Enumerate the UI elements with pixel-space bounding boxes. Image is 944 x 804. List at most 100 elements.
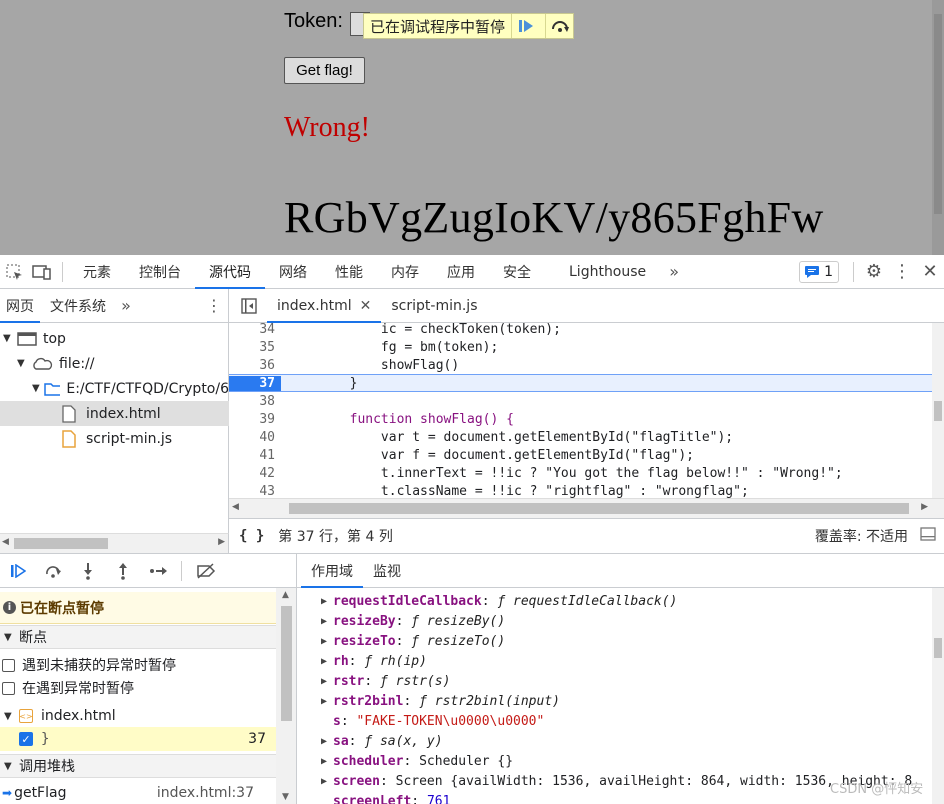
scope-property[interactable]: ▶ resizeBy: ƒ resizeBy() [297,611,932,631]
scroll-left-arrow-icon[interactable]: ◀ [2,537,9,547]
get-flag-button[interactable]: Get flag! [284,57,365,84]
paused-status: i 已在断点暂停 [0,592,276,624]
watermark: CSDN @怦知安 [830,782,924,797]
breakpoints-section-header[interactable]: ▼ 断点 [0,625,276,649]
step-button[interactable] [140,553,175,588]
tab-memory[interactable]: 内存 [377,255,433,289]
expand-triangle-icon: ▶ [320,595,327,607]
expand-triangle-icon: ▶ [320,675,327,687]
scroll-right-arrow-icon[interactable]: ▶ [218,537,225,547]
paused-status-text: 已在断点暂停 [20,600,104,617]
code-line: 38 [259,393,275,409]
more-nav-tabs-chevron-icon[interactable]: » [116,292,136,320]
expand-triangle-icon: ▶ [320,615,327,627]
scope-scrollbar[interactable] [932,588,944,804]
breakpoint-file-group[interactable]: ▼ <> index.html [0,705,276,727]
callstack-section-header[interactable]: ▼ 调用堆栈 [0,754,276,778]
scope-property[interactable]: ▶ sa: ƒ sa(x, y) [297,731,932,751]
settings-gear-icon[interactable]: ⚙ [860,258,888,286]
page-scroll-thumb[interactable] [934,14,942,214]
nav-scroll-thumb[interactable] [14,538,108,549]
scope-property[interactable]: ▶ requestIdleCallback: ƒ requestIdleCallb… [297,591,932,611]
tab-watch[interactable]: 监视 [363,554,411,588]
scope-property[interactable]: ▶ rstr: ƒ rstr(s) [297,671,932,691]
code-hscrollbar[interactable]: ◀ ▶ [229,498,944,518]
tab-network[interactable]: 网络 [265,255,321,289]
inspect-element-icon[interactable] [0,258,28,286]
tab-application[interactable]: 应用 [433,255,489,289]
tab-performance[interactable]: 性能 [321,255,377,289]
code-hscroll-thumb[interactable] [289,503,909,514]
breakpoint-checkbox[interactable]: ✓ [19,732,33,746]
scroll-down-arrow-icon[interactable]: ▼ [282,792,289,802]
deactivate-breakpoints-button[interactable] [188,553,223,588]
scope-scroll-thumb[interactable] [934,638,942,658]
issues-badge[interactable]: 1 [799,260,839,283]
step-over-button[interactable] [545,14,573,38]
pause-caught-option[interactable]: 在遇到异常时暂停 [0,677,276,699]
breakpoint-item[interactable]: ✓ } 37 [0,727,276,751]
editor-tab-index-html[interactable]: index.html ✕ [267,289,382,323]
toolbar-divider [62,261,63,282]
code-line: 39 function showFlag() { [259,411,514,427]
more-options-icon[interactable]: ⋮ [888,258,916,286]
tab-scope[interactable]: 作用域 [301,554,363,588]
scope-property[interactable]: ▶ scheduler: Scheduler {} [297,751,932,771]
debugger-scroll-thumb[interactable] [281,606,292,721]
step-over-icon [45,565,61,578]
tab-lighthouse[interactable]: Lighthouse [545,255,660,289]
tab-console[interactable]: 控制台 [125,255,195,289]
tab-security[interactable]: 安全 [489,255,545,289]
step-over-button[interactable] [35,553,70,588]
page-viewport: Token: 已在调试程序中暂停 Get flag! Wrong! RGbVgZ… [0,0,944,255]
step-into-button[interactable] [70,553,105,588]
code-line: 43 t.className = !!ic ? "rightflag" : "w… [259,483,749,499]
breakpoint-marker[interactable]: 37 [229,375,281,391]
close-tab-icon[interactable]: ✕ [360,298,372,314]
checkbox[interactable] [2,658,15,672]
code-vscrollbar[interactable] [932,323,944,498]
toggle-navigator-icon[interactable] [235,292,263,320]
code-vscroll-thumb[interactable] [934,401,942,421]
navigator-file-tree: ▼ top ▼ file:// ▼ E:/CTF/CTFQD/Crypto/6 … [0,323,229,533]
checkbox[interactable] [2,681,15,695]
nav-tab-page[interactable]: 网页 [0,289,40,323]
tree-item-origin[interactable]: ▼ file:// [0,351,229,376]
tree-item-folder[interactable]: ▼ E:/CTF/CTFQD/Crypto/6 [0,376,229,401]
step-out-button[interactable] [105,553,140,588]
expand-triangle-icon: ▶ [320,755,327,767]
pause-uncaught-option[interactable]: 遇到未捕获的异常时暂停 [0,654,276,676]
coverage-status: 覆盖率: 不适用 [814,529,908,545]
tab-elements[interactable]: 元素 [69,255,125,289]
page-scrollbar[interactable] [932,0,944,255]
debugger-sidebar-scrollbar[interactable]: ▲ ▼ [276,588,297,804]
callstack-frame[interactable]: ➡ getFlag index.html:37 [0,782,276,804]
coverage-panel-icon[interactable] [920,527,936,545]
code-editor[interactable]: 34 ic = checkToken(token); 35 fg = bm(to… [229,323,932,498]
resume-button[interactable] [511,14,539,38]
nav-menu-icon[interactable]: ⋮ [200,292,228,320]
scroll-up-arrow-icon[interactable]: ▲ [282,590,289,600]
close-devtools-icon[interactable]: ✕ [916,258,944,286]
nav-tab-filesystem[interactable]: 文件系统 [40,289,116,323]
scope-property[interactable]: ▶ rstr2binl: ƒ rstr2binl(input) [297,691,932,711]
tree-item-script-min-js[interactable]: script-min.js [0,426,229,451]
pretty-print-icon[interactable]: { } [239,528,264,544]
scope-property[interactable]: ▶ resizeTo: ƒ resizeTo() [297,631,932,651]
code-line: 34 ic = checkToken(token); [259,323,561,337]
resume-button[interactable] [0,553,35,588]
scroll-left-arrow-icon[interactable]: ◀ [232,502,239,512]
tree-item-index-html[interactable]: index.html [0,401,229,426]
more-tabs-chevron-icon[interactable]: » [660,258,688,286]
scope-property[interactable]: s: "FAKE-TOKEN\u0000\u0000" [297,711,932,731]
frame-icon [17,331,37,346]
scope-property[interactable]: ▶ rh: ƒ rh(ip) [297,651,932,671]
tree-item-top[interactable]: ▼ top [0,326,229,351]
scroll-right-arrow-icon[interactable]: ▶ [921,502,928,512]
editor-tab-script-min-js[interactable]: script-min.js [381,289,487,323]
navigator-hscrollbar[interactable]: ◀ ▶ [0,533,229,553]
expand-triangle-icon: ▶ [320,655,327,667]
tab-sources[interactable]: 源代码 [195,255,265,289]
navigator-tabs: 网页 文件系统 » ⋮ [0,289,229,323]
device-toolbar-icon[interactable] [28,258,56,286]
